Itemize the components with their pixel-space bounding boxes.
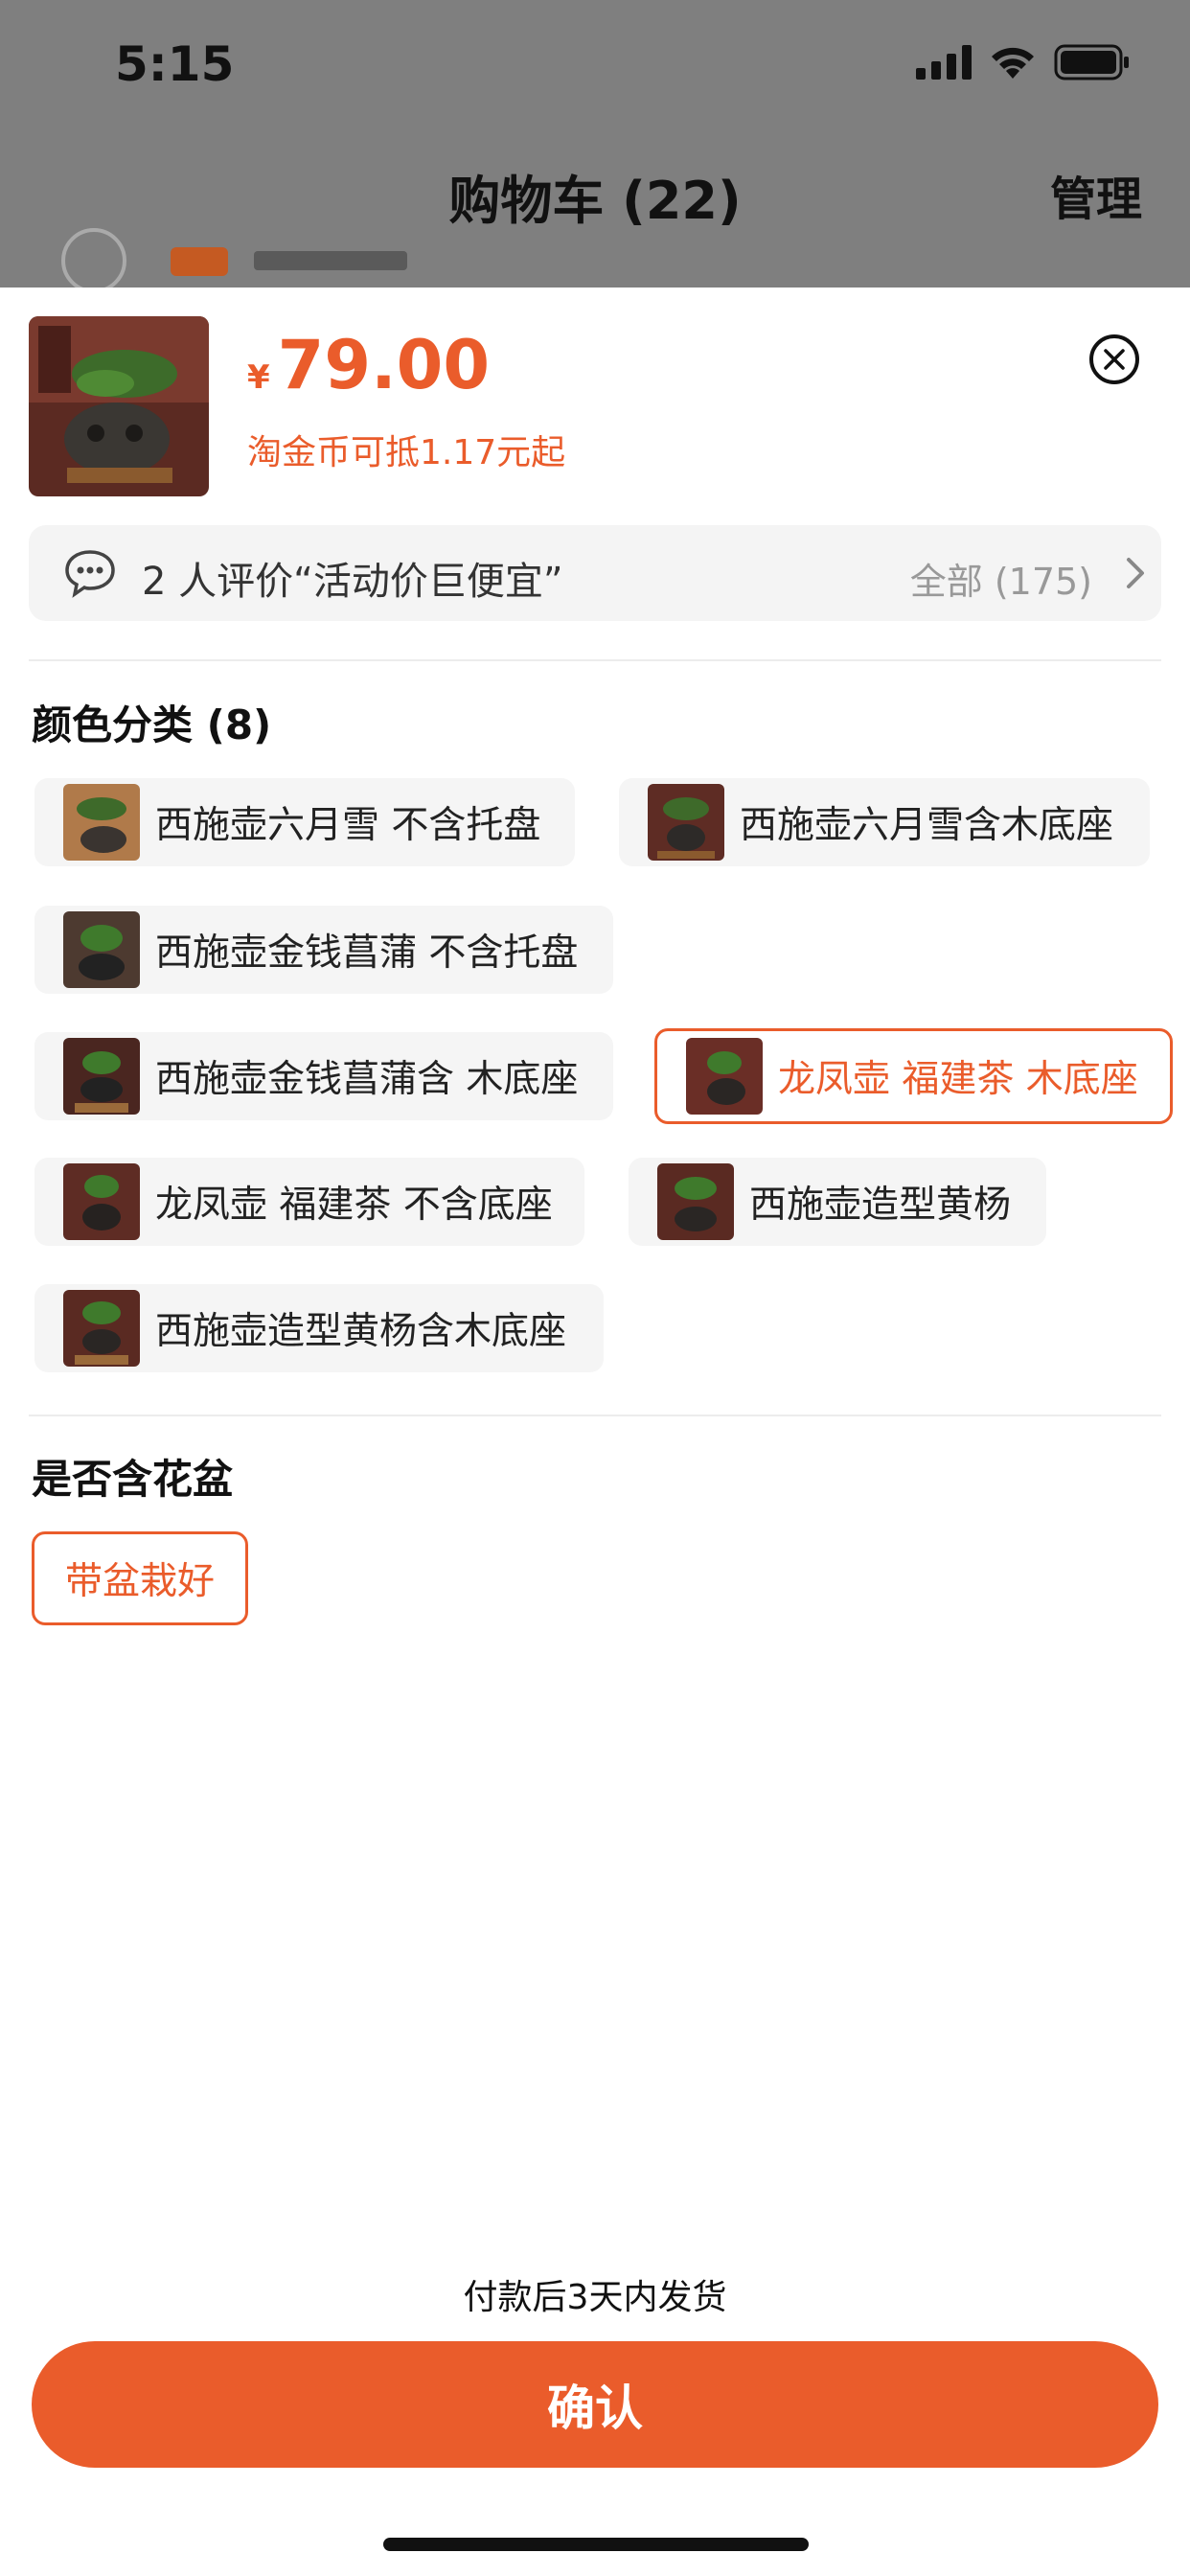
color-option-chip[interactable]: 西施壶六月雪含木底座 [619, 778, 1150, 866]
review-highlight-text: 2 人评价“活动价巨便宜” [142, 560, 563, 604]
option-thumbnail [63, 1038, 140, 1115]
option-thumbnail [63, 1290, 140, 1367]
option-thumbnail [63, 911, 140, 988]
color-option-chip[interactable]: 西施壶金钱菖蒲含 木底座 [34, 1032, 613, 1120]
cart-manage-button[interactable]: 管理 [1050, 161, 1142, 228]
product-price: ¥ 79.00 [247, 326, 490, 404]
price-value: 79.00 [277, 326, 491, 404]
cellular-signal-icon [916, 45, 972, 80]
option-thumbnail [63, 1163, 140, 1240]
option-thumbnail [657, 1163, 734, 1240]
product-image[interactable] [29, 316, 209, 496]
option-label: 龙凤壶 福建茶 木底座 [778, 1058, 1138, 1101]
color-option-chip[interactable]: 龙凤壶 福建茶 不含底座 [34, 1158, 584, 1246]
cart-page-backdrop[interactable]: 5:15 购物车 (22) 管理 [0, 0, 1190, 293]
option-label: 西施壶造型黄杨含木底座 [155, 1310, 567, 1353]
option-thumbnail [648, 784, 724, 861]
option-label: 西施壶六月雪含木底座 [740, 804, 1114, 847]
close-icon [1104, 349, 1125, 370]
divider [29, 659, 1161, 661]
chevron-right-icon [1127, 558, 1144, 588]
divider [29, 1414, 1161, 1416]
confirm-button[interactable]: 确认 [32, 2341, 1158, 2468]
status-icons [916, 44, 1131, 80]
color-option-chip-selected[interactable]: 龙凤壶 福建茶 木底座 [654, 1028, 1173, 1124]
cart-item-shop-thumb [171, 247, 228, 276]
sku-selection-sheet [0, 288, 1190, 2576]
option-label: 西施壶造型黄杨 [749, 1184, 1012, 1227]
color-option-chip[interactable]: 西施壶六月雪 不含托盘 [34, 778, 575, 866]
review-all-link[interactable]: 全部 (175) [910, 552, 1092, 605]
cart-item-shop-name [254, 251, 407, 270]
option-label: 龙凤壶 福建茶 不含底座 [155, 1184, 553, 1227]
color-section-title: 颜色分类 (8) [32, 702, 272, 748]
wifi-icon [992, 47, 1034, 79]
option-thumbnail [686, 1038, 763, 1115]
close-button[interactable] [1089, 334, 1139, 384]
cart-title: 购物车 (22) [448, 171, 742, 231]
pot-option-chip-selected[interactable]: 带盆栽好 [32, 1531, 248, 1625]
option-label: 西施壶金钱菖蒲含 木底座 [155, 1058, 579, 1101]
option-thumbnail [63, 784, 140, 861]
pot-section-title: 是否含花盆 [32, 1456, 234, 1503]
home-indicator [383, 2538, 809, 2551]
battery-icon [1054, 44, 1129, 80]
coin-discount-text: 淘金币可抵1.17元起 [247, 433, 566, 472]
shipping-note: 付款后3天内发货 [463, 2278, 727, 2317]
color-option-chip[interactable]: 西施壶造型黄杨 [629, 1158, 1046, 1246]
color-option-chip[interactable]: 西施壶金钱菖蒲 不含托盘 [34, 906, 613, 994]
status-time: 5:15 [115, 36, 235, 92]
price-currency: ¥ [247, 358, 270, 397]
cart-item-checkbox[interactable] [61, 228, 126, 293]
option-label: 西施壶六月雪 不含托盘 [155, 804, 541, 847]
review-summary-bar[interactable]: 2 人评价“活动价巨便宜” 全部 (175) [29, 525, 1161, 621]
chat-bubble-icon [65, 550, 115, 598]
color-option-chip[interactable]: 西施壶造型黄杨含木底座 [34, 1284, 604, 1372]
option-label: 西施壶金钱菖蒲 不含托盘 [155, 932, 579, 975]
